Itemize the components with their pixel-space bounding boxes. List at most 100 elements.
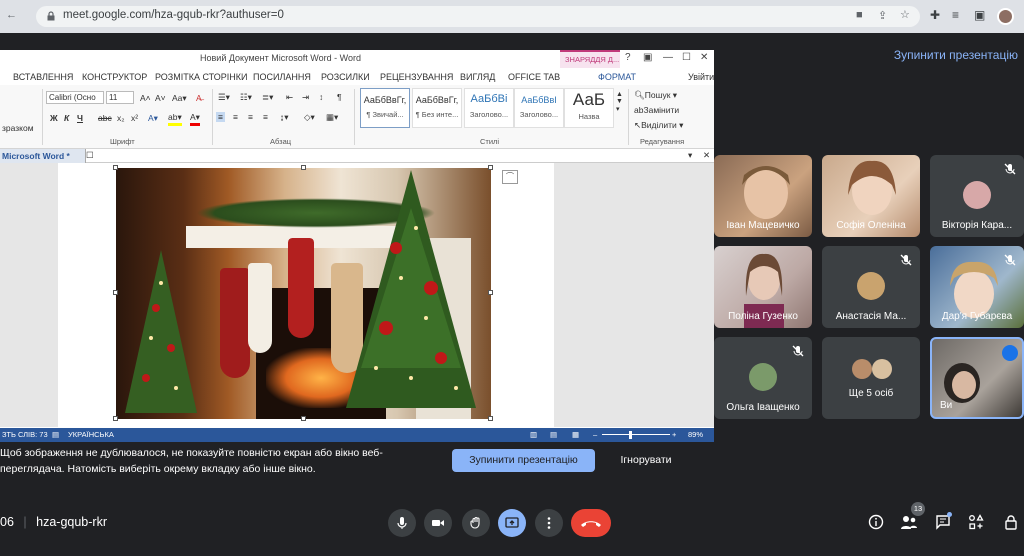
tab-mailings[interactable]: РОЗСИЛКИ — [321, 72, 370, 82]
bookmark-star-icon[interactable]: ☆ — [900, 8, 910, 21]
bullets-icon[interactable]: ☰▾ — [218, 92, 230, 103]
microphone-button[interactable] — [388, 509, 416, 537]
word-count[interactable]: ЗТЬ СЛІВ: 73 — [2, 430, 48, 439]
participant-tile[interactable]: Софія Оленіна — [822, 155, 920, 237]
participant-tile[interactable]: Поліна Гузенко — [714, 246, 812, 328]
zoom-in-icon[interactable]: + — [672, 430, 676, 439]
align-right-icon[interactable]: ≡ — [248, 112, 253, 122]
resize-handle[interactable] — [301, 165, 306, 170]
ribbon-display-icon[interactable]: ▣ — [643, 52, 652, 63]
font-color-icon[interactable]: A▾ — [190, 112, 200, 126]
line-spacing-icon[interactable]: ↨▾ — [280, 112, 289, 123]
justify-icon[interactable]: ≡ — [263, 112, 268, 122]
change-case-icon[interactable]: Aa▾ — [172, 93, 187, 104]
resize-handle[interactable] — [113, 165, 118, 170]
self-tile[interactable]: Ви — [930, 337, 1024, 419]
ignore-button[interactable]: Ігнорувати — [606, 449, 686, 472]
participant-tile[interactable]: Дар'я Губарєва — [930, 246, 1024, 328]
doc-tab-menu-icon[interactable]: ▾ — [688, 150, 692, 161]
maximize-icon[interactable]: ☐ — [682, 52, 691, 63]
address-bar[interactable]: meet.google.com/hza-gqub-rkr?authuser=0 … — [36, 6, 920, 27]
tab-format[interactable]: ФОРМАТ — [598, 72, 636, 82]
doc-tab-x-icon[interactable]: ✕ — [703, 150, 710, 161]
style-title[interactable]: АаБ Назва — [564, 88, 614, 128]
camera-icon[interactable]: ■ — [856, 9, 863, 21]
minimize-icon[interactable]: — — [663, 52, 673, 63]
tab-insert[interactable]: ВСТАВЛЕННЯ — [13, 72, 73, 82]
participant-tile[interactable]: Ще 5 осіб — [822, 337, 920, 419]
increase-indent-icon[interactable]: ⇥ — [302, 92, 309, 103]
lock-icon[interactable] — [1003, 514, 1019, 530]
extensions-puzzle-icon[interactable]: ✚ — [930, 8, 940, 22]
strikethrough-button[interactable]: abc — [98, 113, 112, 123]
zoom-out-icon[interactable]: – — [593, 430, 597, 439]
resize-handle[interactable] — [488, 165, 493, 170]
resize-handle[interactable] — [113, 290, 118, 295]
participant-tile[interactable]: Вікторія Кара... — [930, 155, 1024, 237]
decrease-indent-icon[interactable]: ⇤ — [286, 92, 293, 103]
resize-handle[interactable] — [488, 416, 493, 421]
text-effects-icon[interactable]: A▾ — [148, 113, 158, 124]
numbering-icon[interactable]: ☷▾ — [240, 92, 252, 103]
zoom-level[interactable]: 89% — [688, 430, 703, 439]
italic-button[interactable]: К — [64, 113, 69, 123]
find-button[interactable]: 🔍︎Пошук ▾ — [634, 90, 677, 101]
shading-icon[interactable]: ◇▾ — [304, 112, 315, 123]
sort-icon[interactable]: ↕ — [319, 92, 323, 102]
present-button[interactable] — [498, 509, 526, 537]
web-layout-icon[interactable]: ▦ — [572, 430, 579, 439]
tab-office-tab[interactable]: OFFICE TAB — [508, 72, 560, 82]
align-center-icon[interactable]: ≡ — [233, 112, 238, 122]
pilcrow-icon[interactable]: ¶ — [337, 92, 342, 102]
layout-options-icon[interactable]: ⌒ — [502, 170, 518, 184]
profile-avatar[interactable] — [997, 8, 1014, 25]
help-icon[interactable]: ? — [625, 52, 631, 63]
underline-button[interactable]: Ч — [77, 113, 83, 123]
grow-font-icon[interactable]: A˄ — [140, 93, 151, 103]
info-icon[interactable] — [868, 514, 884, 530]
zoom-slider[interactable] — [602, 434, 670, 435]
style-normal[interactable]: АаБбВвГг, ¶ Звичай... — [360, 88, 410, 128]
stop-presenting-link[interactable]: Зупинити презентацію — [894, 48, 1018, 62]
font-name-select[interactable]: Calibri (Осно — [46, 91, 104, 104]
font-size-select[interactable]: 11 — [106, 91, 134, 104]
resize-handle[interactable] — [488, 290, 493, 295]
print-layout-icon[interactable]: ▤ — [550, 430, 557, 439]
bold-button[interactable]: Ж — [50, 113, 58, 123]
highlight-icon[interactable]: ab▾ — [168, 112, 182, 126]
tab-review[interactable]: РЕЦЕНЗУВАННЯ — [380, 72, 453, 82]
share-icon[interactable]: ⇪ — [878, 9, 887, 22]
camera-button[interactable] — [424, 509, 452, 537]
participant-tile[interactable]: Іван Мацевичко — [714, 155, 812, 237]
clear-format-icon[interactable]: A̶ — [196, 93, 202, 103]
document-tab[interactable]: Microsoft Word * — [0, 149, 86, 163]
read-mode-icon[interactable]: ▥ — [530, 430, 537, 439]
shrink-font-icon[interactable]: A˅ — [155, 93, 166, 103]
tab-view[interactable]: ВИГЛЯД — [460, 72, 495, 82]
multilevel-icon[interactable]: ≣▾ — [262, 92, 273, 103]
proofing-icon[interactable]: ▤ — [52, 430, 59, 439]
align-left-icon[interactable]: ≡ — [216, 112, 225, 122]
subscript-button[interactable]: x₂ — [117, 113, 125, 123]
more-options-button[interactable] — [535, 509, 563, 537]
leave-call-button[interactable] — [571, 509, 611, 537]
tab-references[interactable]: ПОСИЛАННЯ — [253, 72, 311, 82]
styles-scroll-icon[interactable]: ▲ ▼ ▾ — [616, 91, 623, 113]
resize-handle[interactable] — [301, 416, 306, 421]
sign-in-link[interactable]: Увійти — [688, 72, 714, 82]
participant-tile[interactable]: Анастасія Ма... — [822, 246, 920, 328]
close-icon[interactable]: ✕ — [700, 52, 708, 63]
zoom-thumb[interactable] — [629, 431, 632, 439]
format-painter-label[interactable]: зразком — [2, 123, 34, 133]
tab-layout[interactable]: РОЗМІТКА СТОРІНКИ — [155, 72, 248, 82]
activities-icon[interactable] — [968, 514, 984, 530]
media-queue-icon[interactable]: ≡ — [952, 8, 959, 22]
superscript-button[interactable]: x² — [131, 113, 138, 123]
replace-button[interactable]: abЗамінити — [634, 105, 679, 115]
people-icon[interactable] — [900, 514, 918, 530]
window-split-icon[interactable]: ▣ — [974, 8, 985, 22]
stop-presenting-button[interactable]: Зупинити презентацію — [452, 449, 595, 472]
style-heading-2[interactable]: АаБбВвІ Заголово... — [514, 88, 564, 128]
participant-tile[interactable]: Ольга Іващенко — [714, 337, 812, 419]
raise-hand-button[interactable] — [462, 509, 490, 537]
